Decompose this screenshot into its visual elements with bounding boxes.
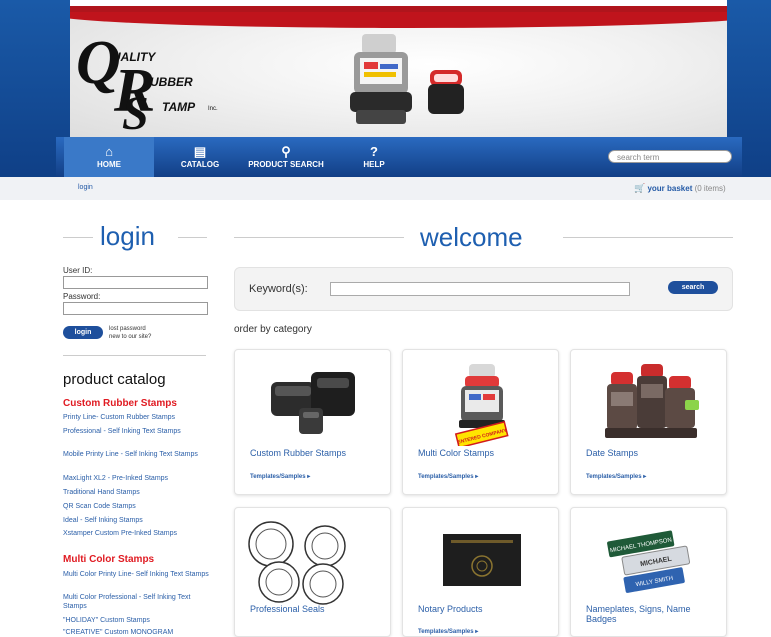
nav-home-label: HOME (97, 160, 121, 169)
catalog-link[interactable]: Printy Line- Custom Rubber Stamps (63, 413, 211, 422)
catalog-heading-multi-color[interactable]: Multi Color Stamps (63, 554, 154, 565)
templates-samples-link[interactable]: Templates/Samples ▸ (418, 473, 478, 480)
login-button[interactable]: login (63, 326, 103, 339)
catalog-link[interactable]: "CREATIVE" Custom MONOGRAM (63, 628, 211, 637)
templates-samples-link[interactable]: Templates/Samples ▸ (250, 473, 310, 480)
login-help-links: lost password new to our site? (109, 325, 151, 341)
keyword-label: Keyword(s): (249, 283, 308, 295)
notary-products-image (443, 534, 521, 586)
basket-label: your basket (647, 184, 693, 193)
multi-color-stamp-image: ENTERED COMPANY (454, 364, 509, 446)
nav-catalog[interactable]: ▤ CATALOG (170, 137, 230, 177)
catalog-link[interactable]: Multi Color Professional - Self Inking T… (63, 593, 211, 611)
keyword-input[interactable] (330, 282, 630, 296)
new-to-site-link[interactable]: new to our site? (109, 333, 151, 341)
category-name[interactable]: Date Stamps (586, 448, 716, 458)
user-id-field[interactable] (63, 276, 208, 289)
category-name[interactable]: Multi Color Stamps (418, 448, 548, 458)
nav-catalog-label: CATALOG (180, 160, 220, 169)
lost-password-link[interactable]: lost password (109, 325, 151, 333)
date-stamp-image (605, 364, 699, 438)
nav-product-search-label: PRODUCT SEARCH (248, 160, 324, 169)
logo-word-quality: UALITY (112, 50, 156, 64)
catalog-link[interactable]: Ideal - Self Inking Stamps (63, 516, 211, 525)
catalog-link[interactable]: Mobile Printy Line - Self Inking Text St… (63, 450, 211, 459)
catalog-heading-custom-rubber[interactable]: Custom Rubber Stamps (63, 398, 177, 409)
login-title: login (100, 221, 155, 251)
password-field[interactable] (63, 302, 208, 315)
nav-help[interactable]: ? HELP (354, 137, 394, 177)
logo-word-stamp: TAMP (162, 100, 196, 114)
category-name[interactable]: Nameplates, Signs, Name Badges (586, 604, 716, 624)
welcome-rule-right (563, 237, 733, 238)
book-icon: ▤ (193, 144, 207, 159)
category-name[interactable]: Notary Products (418, 604, 548, 614)
basket-count: (0 items) (694, 184, 726, 193)
banner-stamp-illustration (350, 34, 464, 124)
login-rule-right (178, 237, 207, 238)
nav-help-label: HELP (363, 160, 385, 169)
templates-samples-link[interactable]: Templates/Samples ▸ (418, 628, 478, 635)
custom-rubber-stamp-image (271, 372, 355, 434)
breadcrumb[interactable]: login (78, 184, 93, 191)
catalog-link[interactable]: Multi Color Printy Line- Self Inking Tex… (63, 570, 211, 579)
category-name[interactable]: Professional Seals (250, 604, 380, 614)
help-icon: ? (370, 144, 378, 159)
catalog-link[interactable]: QR Scan Code Stamps (63, 502, 211, 511)
product-catalog-title: product catalog (63, 371, 166, 388)
nav-home[interactable]: ⌂ HOME (64, 137, 154, 177)
cart-icon: 🛒 (634, 183, 646, 193)
user-id-label: User ID: (63, 266, 93, 275)
category-name[interactable]: Custom Rubber Stamps (250, 448, 380, 458)
category-card-custom-rubber[interactable]: Custom Rubber Stamps Templates/Samples ▸ (234, 349, 391, 495)
category-card-multi-color[interactable]: ENTERED COMPANY Multi Color Stamps Templ… (402, 349, 559, 495)
catalog-link[interactable]: MaxLight XL2 - Pre-Inked Stamps (63, 474, 211, 483)
header-banner: Q R S UALITY UBBER TAMP Inc. (70, 6, 727, 143)
category-card-nameplates[interactable]: MICHAEL THOMPSON MICHAEL WILLY SMITH Nam… (570, 507, 727, 637)
professional-seals-image (248, 521, 346, 605)
page-title: welcome (420, 222, 523, 252)
catalog-link[interactable]: Xstamper Custom Pre-Inked Stamps (63, 529, 211, 538)
logo-inc: Inc. (208, 106, 218, 112)
search-button[interactable]: search (668, 281, 718, 294)
sidebar-divider (63, 355, 206, 356)
catalog-link[interactable]: Professional - Self Inking Text Stamps (63, 427, 211, 436)
welcome-rule-left (234, 237, 404, 238)
category-card-professional-seals[interactable]: Professional Seals (234, 507, 391, 637)
catalog-link[interactable]: Traditional Hand Stamps (63, 488, 211, 497)
banner-swoosh (70, 12, 727, 28)
nav-product-search[interactable]: ⚲ PRODUCT SEARCH (244, 137, 328, 177)
logo-word-rubber: UBBER (150, 75, 193, 89)
logo-letter-s: S (122, 87, 149, 140)
home-icon: ⌂ (105, 144, 113, 159)
login-rule-left (63, 237, 93, 238)
templates-samples-link[interactable]: Templates/Samples ▸ (586, 473, 646, 480)
search-icon: ⚲ (281, 144, 291, 159)
header-search-input[interactable]: search term (608, 150, 732, 163)
logo-letter-q: Q (76, 29, 121, 97)
category-card-date-stamps[interactable]: Date Stamps Templates/Samples ▸ (570, 349, 727, 495)
basket-link[interactable]: 🛒 your basket (0 items) (634, 183, 726, 194)
catalog-link[interactable]: "HOLIDAY" Custom Stamps (63, 616, 211, 625)
password-label: Password: (63, 292, 101, 301)
category-card-notary-products[interactable]: Notary Products Templates/Samples ▸ (402, 507, 559, 637)
nameplates-image: MICHAEL THOMPSON MICHAEL WILLY SMITH (607, 530, 691, 593)
order-by-category-heading: order by category (234, 324, 312, 335)
